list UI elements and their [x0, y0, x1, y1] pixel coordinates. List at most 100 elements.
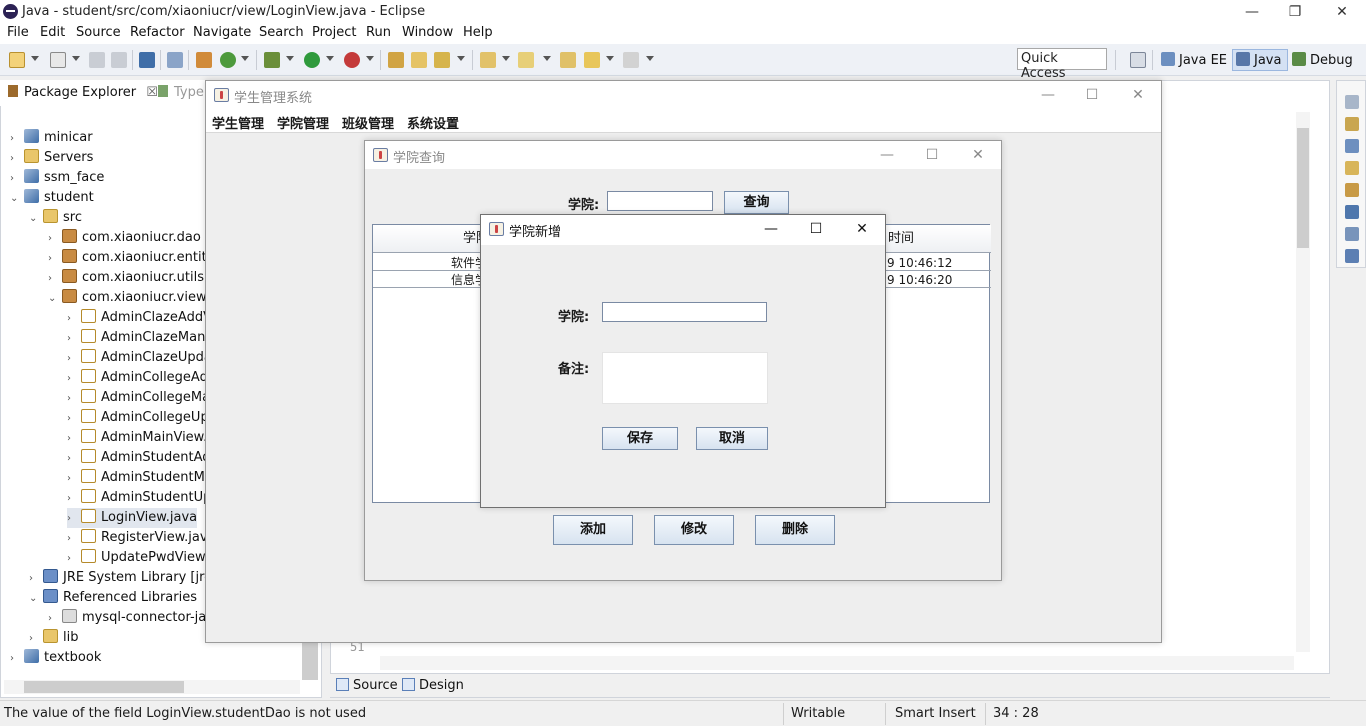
menu-file[interactable]: File [7, 25, 29, 40]
cancel-button[interactable]: 取消 [696, 427, 768, 450]
tree-item[interactable]: › AdminClazeUpda [67, 348, 212, 368]
tree-item[interactable]: › minicar [10, 128, 93, 148]
perspective-debug[interactable]: Debug [1292, 52, 1353, 68]
tab-design[interactable]: Design [402, 678, 464, 693]
chevron-down-icon[interactable]: ⌄ [48, 289, 58, 309]
minimize-button[interactable]: — [875, 145, 899, 165]
tree-item[interactable]: › textbook [10, 648, 101, 668]
outline-icon[interactable] [1345, 95, 1359, 109]
open-perspective-icon[interactable] [1130, 52, 1146, 68]
chevron-right-icon[interactable]: › [67, 329, 77, 349]
menu-run[interactable]: Run [366, 25, 391, 40]
tree-item[interactable]: › AdminStudentUpc [67, 488, 219, 508]
maximize-button[interactable]: ☐ [920, 145, 944, 165]
chevron-right-icon[interactable]: › [67, 449, 77, 469]
chevron-right-icon[interactable]: › [67, 389, 77, 409]
tree-item[interactable]: › AdminMainView.j [67, 428, 211, 448]
chevron-down-icon[interactable] [646, 56, 654, 61]
chevron-right-icon[interactable]: › [67, 549, 77, 569]
minimize-button[interactable]: — [1036, 85, 1060, 105]
menu-window[interactable]: Window [402, 25, 453, 40]
menu-help[interactable]: Help [463, 25, 493, 40]
tree-item[interactable]: ⌄ com.xiaoniucr.view [48, 288, 207, 308]
tree-item[interactable]: › UpdatePwdView.j [67, 548, 212, 568]
annotation-icon[interactable] [480, 52, 496, 68]
maximize-button[interactable]: ☐ [804, 219, 828, 239]
tree-item[interactable]: › AdminClazeAddV [67, 308, 212, 328]
close-button[interactable]: ✕ [850, 219, 874, 239]
menu-college-management[interactable]: 学院管理 [277, 113, 329, 132]
chevron-right-icon[interactable]: › [48, 229, 58, 249]
add-button[interactable]: 添加 [553, 515, 633, 545]
search-college-input[interactable] [607, 191, 713, 211]
tree-item[interactable]: › AdminStudentMa [67, 468, 213, 488]
skip-breakpoints-icon[interactable] [167, 52, 183, 68]
chevron-down-icon[interactable]: ⌄ [29, 589, 39, 609]
menu-project[interactable]: Project [312, 25, 356, 40]
tab-source[interactable]: Source [336, 678, 398, 693]
chevron-right-icon[interactable]: › [67, 509, 77, 529]
tree-item[interactable]: › com.xiaoniucr.dao [48, 228, 201, 248]
save-all-icon[interactable] [111, 52, 127, 68]
close-icon[interactable]: ☒ [146, 85, 158, 100]
chevron-right-icon[interactable]: › [48, 269, 58, 289]
tree-item[interactable]: › Servers [10, 148, 93, 168]
chevron-down-icon[interactable] [31, 56, 39, 61]
back-arrow-icon[interactable] [584, 52, 600, 68]
vertical-scroll-thumb[interactable] [302, 638, 318, 680]
next-annotation-icon[interactable] [518, 52, 534, 68]
chevron-right-icon[interactable]: › [67, 529, 77, 549]
quick-access-input[interactable]: Quick Access [1017, 48, 1107, 81]
last-edit-icon[interactable] [560, 52, 576, 68]
chevron-down-icon[interactable] [502, 56, 510, 61]
chevron-right-icon[interactable]: › [67, 369, 77, 389]
chevron-right-icon[interactable]: › [67, 409, 77, 429]
menu-source[interactable]: Source [76, 25, 121, 40]
chevron-right-icon[interactable]: › [67, 349, 77, 369]
tree-item[interactable]: › com.xiaoniucr.entity [48, 248, 214, 268]
horizontal-scroll-thumb[interactable] [24, 681, 184, 693]
forward-arrow-icon[interactable] [623, 52, 639, 68]
tree-item[interactable]: ⌄ src [29, 208, 82, 228]
open-type-icon[interactable] [411, 52, 427, 68]
chevron-right-icon[interactable]: › [29, 629, 39, 649]
tree-item[interactable]: › AdminCollegeMa [67, 388, 210, 408]
console-view-icon[interactable] [1345, 205, 1359, 219]
tree-item[interactable]: › RegisterView.java [67, 528, 216, 548]
menu-refactor[interactable]: Refactor [130, 25, 185, 40]
problems-icon[interactable] [1345, 117, 1359, 131]
editor-horizontal-scrollbar[interactable] [380, 656, 1294, 670]
chevron-down-icon[interactable] [543, 56, 551, 61]
chevron-down-icon[interactable] [241, 56, 249, 61]
debug-icon[interactable] [264, 52, 280, 68]
tree-item[interactable]: › AdminCollegeUpc [67, 408, 216, 428]
javadoc-icon[interactable] [1345, 139, 1359, 153]
editor-vertical-scroll-thumb[interactable] [1297, 128, 1309, 248]
search-view-icon[interactable] [1345, 183, 1359, 197]
chevron-down-icon[interactable]: ⌄ [10, 189, 20, 209]
tree-item[interactable]: › JRE System Library [jre1 [29, 568, 220, 588]
chevron-down-icon[interactable] [326, 56, 334, 61]
tree-item[interactable]: › com.xiaoniucr.utils [48, 268, 204, 288]
package-explorer-tab[interactable]: Package Explorer ☒ [8, 85, 158, 100]
refresh-icon[interactable] [220, 52, 236, 68]
chevron-down-icon[interactable] [366, 56, 374, 61]
minimize-button[interactable]: — [759, 219, 783, 239]
chevron-right-icon[interactable]: › [67, 489, 77, 509]
edit-button[interactable]: 修改 [654, 515, 734, 545]
progress-view-icon[interactable] [1345, 249, 1359, 263]
tree-item[interactable]: › mysql-connector-jav [48, 608, 214, 628]
chevron-right-icon[interactable]: › [29, 569, 39, 589]
tree-item[interactable]: › LoginView.java [67, 508, 198, 529]
save-icon[interactable] [89, 52, 105, 68]
tree-item[interactable]: › AdminClazeMana [67, 328, 213, 348]
chevron-right-icon[interactable]: › [48, 249, 58, 269]
run-icon[interactable] [304, 52, 320, 68]
chevron-right-icon[interactable]: › [10, 649, 20, 669]
chevron-right-icon[interactable]: › [10, 129, 20, 149]
declaration-icon[interactable] [1345, 161, 1359, 175]
chevron-down-icon[interactable]: ⌄ [29, 209, 39, 229]
type-hierarchy-tab[interactable]: Type [158, 85, 204, 100]
close-button[interactable]: ✕ [1126, 85, 1150, 105]
remark-textarea[interactable] [602, 352, 768, 404]
